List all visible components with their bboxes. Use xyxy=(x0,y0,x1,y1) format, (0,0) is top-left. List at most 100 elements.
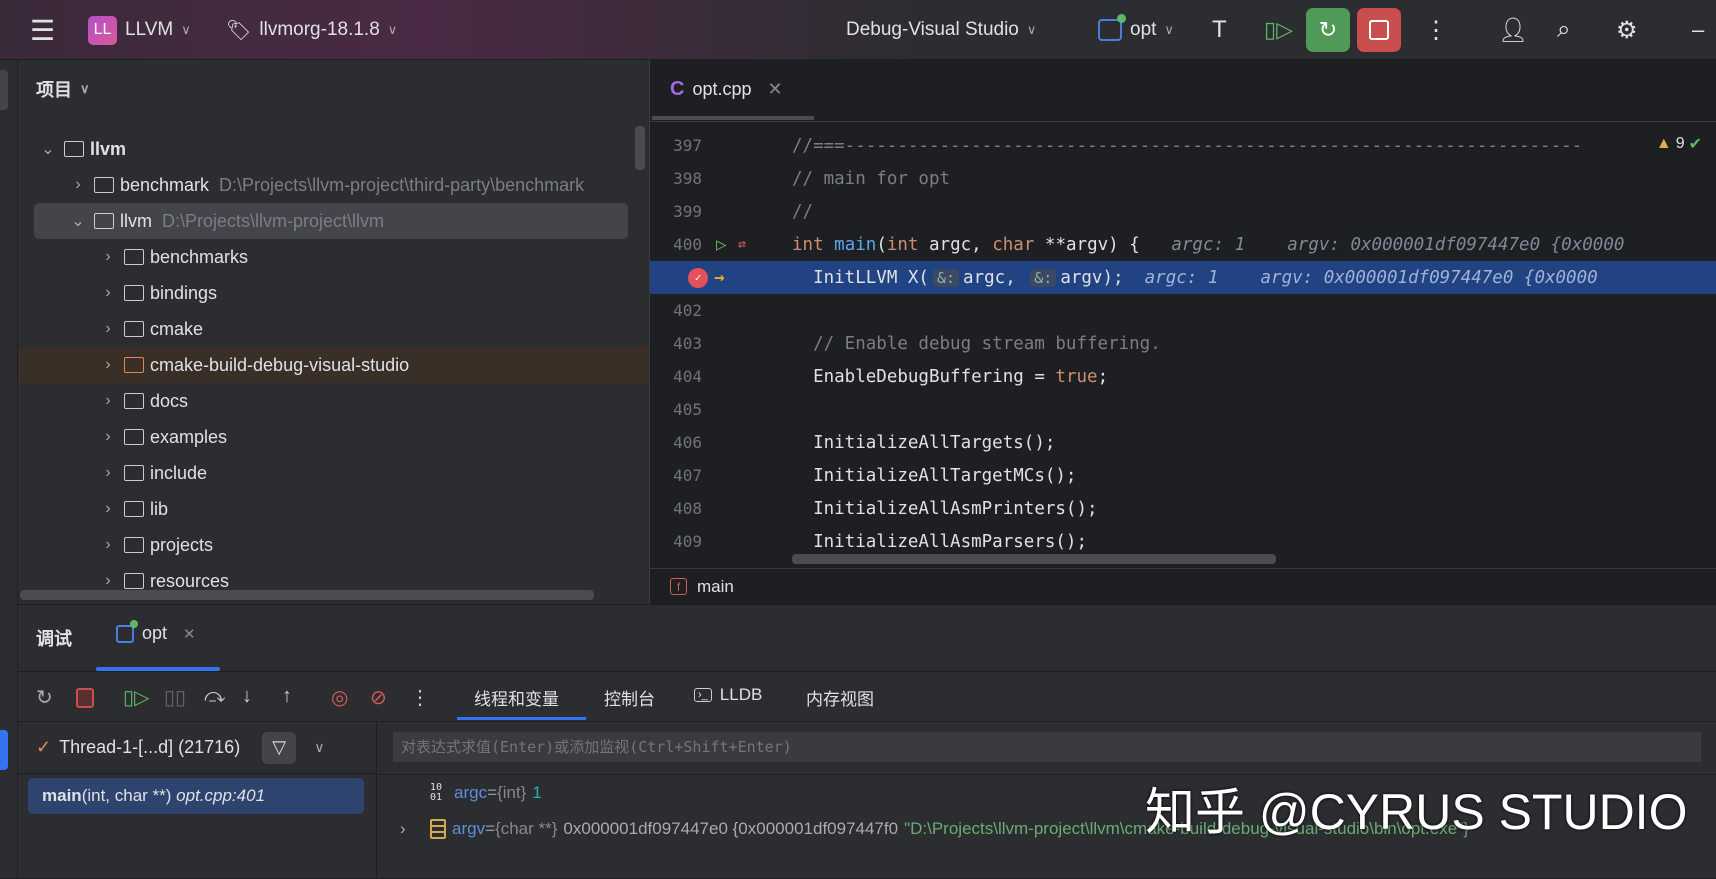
chevron-right-icon[interactable]: › xyxy=(100,572,116,590)
line-number: 403 xyxy=(673,334,702,353)
line-number: 399 xyxy=(673,202,702,221)
filter-icon[interactable]: ▽ xyxy=(262,731,297,764)
tree-horizontal-scrollbar[interactable] xyxy=(20,590,594,600)
tree-item[interactable]: › lib xyxy=(18,491,649,527)
tab-label: 线程和变量 xyxy=(474,690,559,709)
resume-button[interactable]: ▯▷ xyxy=(1264,0,1293,60)
debug-tool-button[interactable] xyxy=(0,730,8,770)
resume-icon: ▯▷ xyxy=(1264,17,1294,42)
editor-horizontal-scrollbar[interactable] xyxy=(792,554,1276,564)
close-icon[interactable]: ✕ xyxy=(768,79,783,100)
pause-icon[interactable]: ▯▯ xyxy=(164,685,186,710)
step-out-icon[interactable]: ↑ xyxy=(282,685,292,708)
tab-3[interactable]: 内存视图 xyxy=(806,685,874,710)
code-line[interactable]: ✓ → InitLLVM X(&: argc, &: argv); argc: 1 a… xyxy=(650,261,1716,294)
branch-switcher[interactable]: 🏷︎ llvmorg-18.1.8 ∨ xyxy=(226,0,397,60)
stop-icon[interactable] xyxy=(76,688,94,708)
evaluate-expression-input[interactable] xyxy=(393,732,1701,762)
chevron-right-icon[interactable]: › xyxy=(100,500,116,518)
add-user-button[interactable]: 👤︎ xyxy=(1498,0,1528,60)
code-line[interactable]: 399 // xyxy=(650,195,1716,228)
code-line[interactable]: 403 // Enable debug stream buffering. xyxy=(650,327,1716,360)
step-into-icon[interactable]: ↓ xyxy=(242,685,252,708)
breakpoint-icon[interactable]: ✓ xyxy=(688,267,708,288)
chevron-right-icon[interactable]: › xyxy=(100,392,116,410)
chevron-right-icon[interactable]: › xyxy=(100,320,116,338)
tree-item[interactable]: › bindings xyxy=(18,275,649,311)
tree-item[interactable]: › docs xyxy=(18,383,649,419)
divider xyxy=(376,722,377,879)
view-breakpoints-icon[interactable]: ◎ xyxy=(331,685,348,710)
config-selector[interactable]: Debug-Visual Studio ∨ xyxy=(846,0,1036,60)
folder-icon xyxy=(94,177,114,193)
tree-item[interactable]: › examples xyxy=(18,419,649,455)
inspection-widget[interactable]: ▲ 9 ✔ xyxy=(1656,134,1702,154)
tree-item[interactable]: › benchmark D:\Projects\llvm-project\third… xyxy=(18,167,649,203)
token: InitializeAllTargets(); xyxy=(792,432,1056,453)
chevron-down-icon: ∨ xyxy=(1026,22,1037,37)
session-label: opt xyxy=(142,623,168,643)
tab-0[interactable]: 线程和变量 xyxy=(474,685,559,710)
tab-opt-cpp[interactable]: C opt.cpp ✕ xyxy=(670,72,783,106)
tree-item-label: benchmarks xyxy=(150,246,249,267)
tree-item[interactable]: › include xyxy=(18,455,649,491)
tab-2[interactable]: ›_ LLDB xyxy=(694,685,762,705)
tab-debug-session[interactable]: opt ✕ xyxy=(116,619,196,644)
tree-item[interactable]: › cmake-build-debug-visual-studio xyxy=(18,347,649,383)
project-switcher[interactable]: LL LLVM ∨ xyxy=(88,0,191,60)
frame-item[interactable]: main (int, char **) opt.cpp:401 xyxy=(28,778,364,814)
code-line[interactable]: 406 InitializeAllTargets(); xyxy=(650,426,1716,459)
code-line[interactable]: 408 InitializeAllAsmPrinters(); xyxy=(650,492,1716,525)
code-line[interactable]: 404 EnableDebugBuffering = true; xyxy=(650,360,1716,393)
editor-breadcrumb[interactable]: f main xyxy=(650,568,1716,604)
mute-breakpoints-icon[interactable]: ⊘ xyxy=(370,685,387,710)
tree-item[interactable]: › benchmarks xyxy=(18,239,649,275)
settings-button[interactable]: ⚙ xyxy=(1616,0,1638,60)
code-line[interactable]: 405 xyxy=(650,393,1716,426)
tree-item[interactable]: › cmake xyxy=(18,311,649,347)
chevron-right-icon[interactable]: › xyxy=(400,819,424,839)
code-line[interactable]: 398 // main for opt xyxy=(650,162,1716,195)
code-line[interactable]: 397 //===--------------------------------… xyxy=(650,129,1716,162)
close-icon[interactable]: ✕ xyxy=(183,625,196,643)
search-button[interactable]: ⌕ xyxy=(1557,0,1570,60)
more-vertical-icon[interactable]: ⋮ xyxy=(410,685,430,710)
var-eq: = xyxy=(485,819,496,838)
chevron-right-icon[interactable]: › xyxy=(100,248,116,266)
stop-button[interactable] xyxy=(1357,0,1401,60)
tab-1[interactable]: 控制台 xyxy=(604,685,655,710)
run-gutter-icon[interactable]: ▷ xyxy=(716,235,727,255)
chevron-right-icon[interactable]: › xyxy=(100,464,116,482)
rerun-debug-button[interactable]: ↻ xyxy=(1306,0,1350,60)
tree-item[interactable]: ⌄ llvm xyxy=(18,131,649,167)
chevron-right-icon[interactable]: › xyxy=(100,356,116,374)
tree-item-label: lib xyxy=(150,498,169,519)
more-button[interactable]: ⋮ xyxy=(1424,0,1448,60)
chevron-right-icon[interactable]: › xyxy=(100,284,116,302)
run-target-selector[interactable]: opt ∨ xyxy=(1098,0,1174,60)
code-line[interactable]: 407 InitializeAllTargetMCs(); xyxy=(650,459,1716,492)
code-line[interactable]: 400 ▷ ⇄ int main(int argc, char **argv) { a… xyxy=(650,228,1716,261)
chevron-down-icon[interactable]: ∨ xyxy=(314,739,324,756)
code-line[interactable]: 402 xyxy=(650,294,1716,327)
thread-selector[interactable]: ✓ Thread-1-[...d] (21716) ▽ ∨ xyxy=(18,722,376,774)
resume-icon[interactable]: ▯▷ xyxy=(123,685,149,710)
build-button[interactable]: T xyxy=(1212,0,1227,60)
rerun-icon[interactable]: ↻ xyxy=(36,685,53,710)
chevron-right-icon[interactable]: › xyxy=(100,536,116,554)
tree-item[interactable]: ⌄ llvm D:\Projects\llvm-project\llvm xyxy=(34,203,628,239)
chevron-right-icon[interactable]: › xyxy=(100,428,116,446)
chevron-right-icon[interactable]: › xyxy=(70,176,86,194)
token: EnableDebugBuffering = xyxy=(792,366,1056,387)
main-menu-button[interactable]: ☰ xyxy=(30,0,55,60)
project-tool-button[interactable] xyxy=(0,70,8,110)
tree-vertical-scrollbar[interactable] xyxy=(635,126,645,170)
tree-item[interactable]: › projects xyxy=(18,527,649,563)
folder-icon xyxy=(124,429,144,445)
chevron-down-icon[interactable]: ⌄ xyxy=(40,139,56,159)
chevron-down-icon[interactable]: ⌄ xyxy=(70,211,86,231)
step-over-icon[interactable]: ⤼ xyxy=(204,685,225,708)
variable-argc[interactable]: 10 01 argc = {int} 1 xyxy=(430,783,542,803)
project-panel-header[interactable]: 项目 ∨ xyxy=(36,76,90,102)
minimize-button[interactable]: – xyxy=(1692,0,1704,60)
